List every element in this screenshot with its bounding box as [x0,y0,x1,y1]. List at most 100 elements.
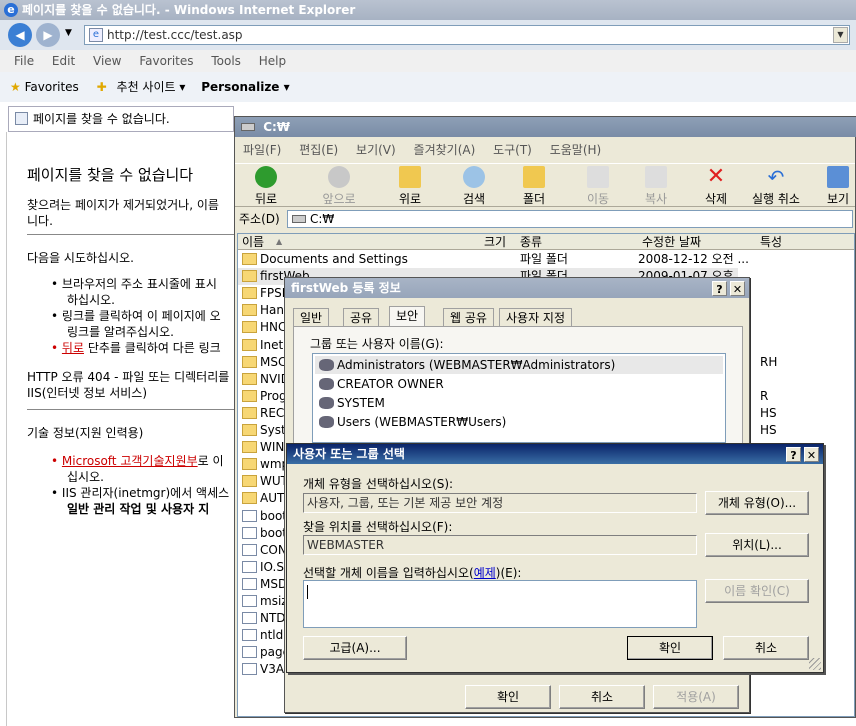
object-name-input[interactable] [303,580,697,628]
select-close-icon[interactable]: ✕ [804,447,819,462]
user-item-administrators[interactable]: Administrators (WEBMASTER₩Administrators… [315,356,723,374]
col-attr[interactable]: 특성 [760,234,782,250]
col-type[interactable]: 종류 [520,234,542,250]
select-users-dialog: 사용자 또는 그룹 선택 ? ✕ 개체 유형을 선택하십시오(S): 사용자, … [286,443,824,673]
exp-menu-tools[interactable]: 도구(T) [493,143,532,157]
col-name[interactable]: 이름 [242,234,264,250]
examples-link[interactable]: 예제 [474,566,496,580]
forward-arrow-icon [328,166,350,188]
bullet-2: • 링크를 클릭하여 이 페이지에 오 [51,309,221,323]
file-attr-cell: RH [760,354,778,369]
advanced-button[interactable]: 고급(A)... [303,636,407,660]
explorer-address-field[interactable]: C:₩ [287,210,853,228]
toolbar-delete[interactable]: ✕ 삭제 [701,166,731,207]
url-text[interactable]: http://test.ccc/test.asp [107,28,243,42]
menu-favorites[interactable]: Favorites [139,54,193,68]
user-item-system[interactable]: SYSTEM [315,394,385,412]
select-title-bar: 사용자 또는 그룹 선택 ? ✕ [287,444,823,464]
exp-menu-help[interactable]: 도움말(H) [550,143,602,157]
file-icon [242,612,257,625]
file-type-cell: 파일 폴더 [520,252,568,266]
select-ok-button[interactable]: 확인 [627,636,713,660]
select-cancel-button[interactable]: 취소 [723,636,809,660]
tab-page-icon [15,112,28,125]
user-item-creator-owner[interactable]: CREATOR OWNER [315,375,444,393]
folder-icon [242,287,257,300]
resize-grip-icon[interactable] [809,658,821,670]
file-name-cell: page [242,644,290,661]
menu-help[interactable]: Help [259,54,286,68]
object-types-button[interactable]: 개체 유형(O)... [705,491,809,515]
fav-link-1[interactable]: 추천 사이트 ▾ [117,80,186,94]
col-date[interactable]: 수정한 날짜 [642,234,701,250]
support-link[interactable]: Microsoft 고객기술지원부 [62,454,198,468]
toolbar-folders[interactable]: 폴더 [519,166,549,207]
divider [27,234,234,235]
ie-navigation-bar: ◀ ▶ ▼ e http://test.ccc/test.asp ▼ [0,20,856,50]
favorites-button[interactable]: Favorites [25,80,79,94]
exp-menu-favorites[interactable]: 즐겨찾기(A) [414,143,476,157]
col-size[interactable]: 크기 [484,234,506,250]
tab-customize[interactable]: 사용자 지정 [499,308,573,328]
history-dropdown-icon[interactable]: ▼ [65,28,72,38]
back-icon[interactable]: ◀ [8,23,32,47]
tab-general[interactable]: 일반 [293,308,330,328]
properties-apply-button[interactable]: 적용(A) [653,685,739,709]
exp-menu-file[interactable]: 파일(F) [243,143,281,157]
back-link[interactable]: 뒤로 [62,341,84,355]
user-item-users[interactable]: Users (WEBMASTER₩Users) [315,413,506,431]
ie-tab[interactable]: 페이지를 찾을 수 없습니다. [8,106,234,132]
fav-link-2[interactable]: Personalize ▾ [201,80,289,94]
tab-web-sharing[interactable]: 웹 공유 [443,308,494,328]
toolbar-back[interactable]: 뒤로 [249,166,283,207]
ie-logo-icon: e [4,3,18,17]
forward-icon[interactable]: ▶ [36,23,60,47]
exp-menu-view[interactable]: 보기(V) [356,143,396,157]
address-bar[interactable]: e http://test.ccc/test.asp ▼ [84,25,850,45]
toolbar-move[interactable]: 이동 [583,166,613,207]
file-icon [242,509,257,522]
address-dropdown-icon[interactable]: ▼ [833,27,848,43]
error-text-1: 찾으려는 페이지가 제거되었거나, 이름 [27,198,219,212]
explorer-address-value[interactable]: C:₩ [310,212,334,226]
explorer-toolbar: 뒤로 앞으로 위로 검색 폴더 이동 복사 ✕ 삭제 ↶ 실행 취소 보기 [235,163,855,207]
user-list[interactable]: Administrators (WEBMASTER₩Administrators… [312,353,726,443]
properties-title-bar: firstWeb 등록 정보 ? ✕ [285,278,749,298]
error-heading: 페이지를 찾을 수 없습니다 [27,166,194,184]
bullet-1: • 브라우저의 주소 표시줄에 표시 [51,277,217,291]
select-help-icon[interactable]: ? [786,447,801,462]
toolbar-copy[interactable]: 복사 [641,166,671,207]
exp-menu-edit[interactable]: 편집(E) [299,143,338,157]
folder-icon [242,321,257,334]
file-name-cell: Prog [242,388,287,405]
toolbar-undo[interactable]: ↶ 실행 취소 [747,166,805,207]
error-text-1b: 니다. [27,214,53,228]
toolbar-search[interactable]: 검색 [459,166,489,207]
add-favorite-icon[interactable]: ✚ [97,80,107,94]
menu-tools[interactable]: Tools [211,54,241,68]
properties-cancel-button[interactable]: 취소 [559,685,645,709]
star-icon: ★ [10,80,21,94]
tab-sharing[interactable]: 공유 [343,308,380,328]
folder-icon [242,492,257,505]
help-icon[interactable]: ? [712,281,727,296]
menu-view[interactable]: View [93,54,121,68]
file-name-cell: ntldr [242,627,288,644]
file-attr-cell: R [760,388,769,403]
toolbar-forward[interactable]: 앞으로 [319,166,359,207]
address-label: 주소(D) [239,212,280,226]
tech-bullet-1b: 십시오. [67,470,104,484]
menu-edit[interactable]: Edit [52,54,75,68]
menu-file[interactable]: File [14,54,34,68]
toolbar-up[interactable]: 위로 [395,166,425,207]
tech-bullet-2-text: IIS 관리자(inetmgr)에서 액세스 [61,486,230,500]
file-icon [242,663,257,676]
file-row[interactable]: Documents and Settings 파일 폴더 2008-12-12 오전… [238,251,749,268]
folder-icon [242,458,257,471]
properties-ok-button[interactable]: 확인 [465,685,551,709]
locations-button[interactable]: 위치(L)... [705,533,809,557]
check-names-button[interactable]: 이름 확인(C) [705,579,809,603]
close-icon[interactable]: ✕ [730,281,745,296]
search-icon [463,166,485,188]
toolbar-views[interactable]: 보기 [823,166,853,207]
